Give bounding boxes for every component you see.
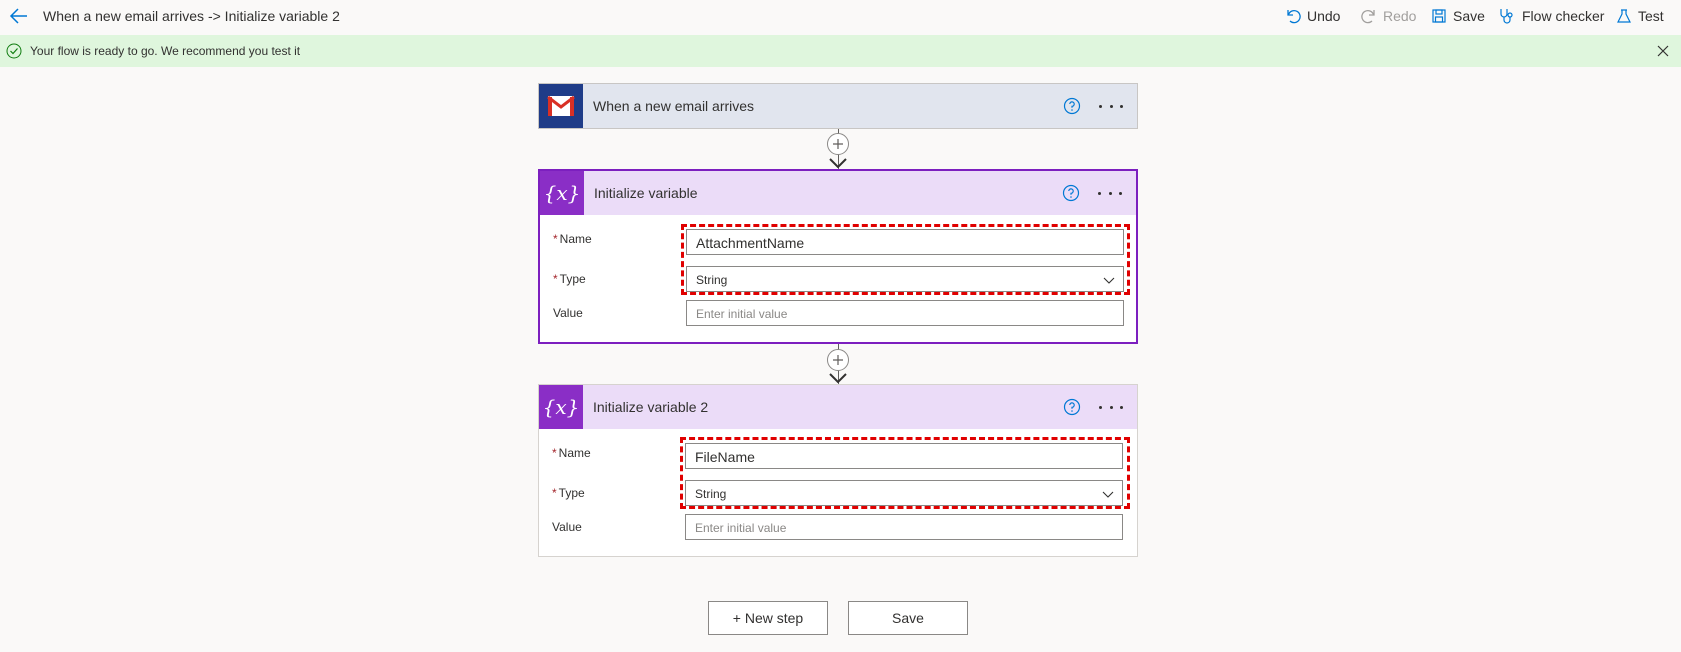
step-title: Initialize variable 2 bbox=[593, 399, 709, 415]
insert-step-button[interactable] bbox=[827, 349, 849, 371]
variable-type-select[interactable]: String bbox=[686, 266, 1124, 292]
type-field-label: * Type bbox=[552, 486, 585, 500]
chevron-down-icon bbox=[1103, 277, 1115, 284]
save-command-label: Save bbox=[1453, 8, 1485, 24]
trigger-card-header[interactable]: When a new email arrives bbox=[539, 84, 1137, 128]
status-banner: Your flow is ready to go. We recommend y… bbox=[0, 35, 1681, 67]
flask-icon bbox=[1617, 9, 1631, 23]
type-field-label: * Type bbox=[553, 272, 586, 286]
new-step-button[interactable]: + New step bbox=[708, 601, 828, 635]
step-card-initialize-variable[interactable]: {x} Initialize variable * Name Attachment… bbox=[538, 169, 1138, 344]
undo-button[interactable]: Undo bbox=[1285, 6, 1340, 26]
variable-type-select[interactable]: String bbox=[685, 480, 1123, 506]
page-title: When a new email arrives -> Initialize v… bbox=[43, 8, 340, 24]
more-icon[interactable] bbox=[1099, 398, 1123, 416]
arrow-down-icon bbox=[829, 373, 847, 383]
banner-message: Your flow is ready to go. We recommend y… bbox=[30, 44, 301, 58]
step-card-initialize-variable-2[interactable]: {x} Initialize variable 2 * Name FileName… bbox=[538, 384, 1138, 557]
name-field-label: * Name bbox=[553, 232, 592, 246]
undo-label: Undo bbox=[1307, 8, 1341, 24]
chevron-down-icon bbox=[1102, 491, 1114, 498]
flow-checker-button[interactable]: Flow checker bbox=[1498, 6, 1604, 26]
save-button[interactable]: Save bbox=[848, 601, 968, 635]
check-circle-icon bbox=[6, 43, 22, 59]
variable-icon: {x} bbox=[539, 385, 583, 429]
step-card-header[interactable]: {x} Initialize variable bbox=[540, 171, 1136, 215]
step-card-header[interactable]: {x} Initialize variable 2 bbox=[539, 385, 1137, 429]
variable-value-input[interactable]: Enter initial value bbox=[685, 514, 1123, 540]
type-selected-value: String bbox=[696, 273, 728, 287]
gmail-icon bbox=[539, 84, 583, 128]
command-bar: When a new email arrives -> Initialize v… bbox=[0, 0, 1681, 32]
test-label: Test bbox=[1638, 8, 1664, 24]
test-button[interactable]: Test bbox=[1616, 6, 1664, 26]
redo-icon bbox=[1361, 9, 1375, 24]
help-circle-icon[interactable] bbox=[1063, 97, 1081, 115]
value-field-label: Value bbox=[552, 520, 582, 534]
type-selected-value: String bbox=[695, 487, 727, 501]
undo-icon bbox=[1287, 9, 1301, 24]
name-field-label: * Name bbox=[552, 446, 591, 460]
back-button[interactable] bbox=[8, 5, 30, 27]
save-icon bbox=[1432, 9, 1446, 23]
save-command[interactable]: Save bbox=[1431, 6, 1485, 26]
plus-icon bbox=[833, 355, 843, 365]
value-field-label: Value bbox=[553, 306, 583, 320]
arrow-down-icon bbox=[829, 158, 847, 168]
variable-value-input[interactable]: Enter initial value bbox=[686, 300, 1124, 326]
redo-button[interactable]: Redo bbox=[1361, 6, 1416, 26]
variable-name-input[interactable]: FileName bbox=[685, 443, 1123, 469]
help-circle-icon[interactable] bbox=[1062, 184, 1080, 202]
arrow-left-icon bbox=[9, 8, 27, 24]
help-circle-icon[interactable] bbox=[1063, 398, 1081, 416]
trigger-title: When a new email arrives bbox=[593, 98, 755, 114]
redo-label: Redo bbox=[1383, 8, 1417, 24]
insert-step-button[interactable] bbox=[827, 133, 849, 155]
variable-icon: {x} bbox=[540, 171, 584, 215]
more-icon[interactable] bbox=[1098, 184, 1122, 202]
plus-icon bbox=[833, 139, 843, 149]
close-icon[interactable] bbox=[1657, 45, 1669, 57]
step-title: Initialize variable bbox=[594, 185, 698, 201]
variable-name-input[interactable]: AttachmentName bbox=[686, 229, 1124, 255]
flow-checker-label: Flow checker bbox=[1522, 8, 1605, 24]
more-icon[interactable] bbox=[1099, 97, 1123, 115]
stethoscope-icon bbox=[1500, 9, 1513, 24]
trigger-card[interactable]: When a new email arrives bbox=[538, 83, 1138, 129]
